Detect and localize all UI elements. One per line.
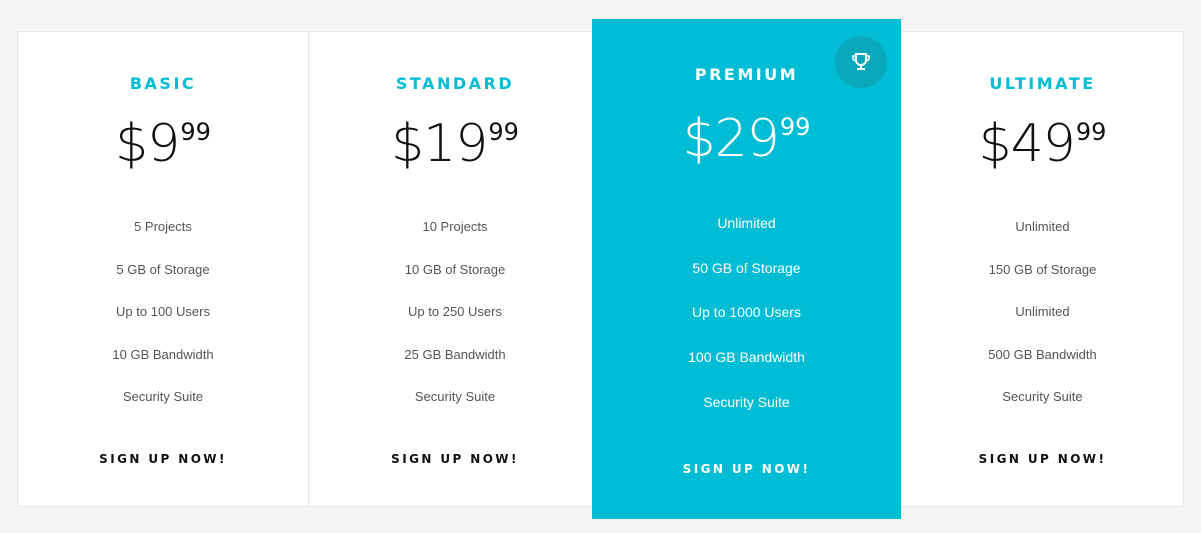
feature-item: 500 GB Bandwidth bbox=[988, 346, 1097, 362]
price-dollars: $19 bbox=[391, 114, 488, 174]
feature-list: 5 Projects 5 GB of Storage Up to 100 Use… bbox=[18, 218, 308, 431]
feature-list: 10 Projects 10 GB of Storage Up to 250 U… bbox=[309, 218, 601, 431]
plan-price: $9 99 bbox=[18, 114, 308, 174]
plan-name: ULTIMATE bbox=[989, 74, 1096, 93]
plan-price: $29 99 bbox=[592, 109, 901, 169]
price-cents: 99 bbox=[1075, 118, 1107, 146]
price-dollars: $49 bbox=[978, 114, 1076, 174]
plan-name: PREMIUM bbox=[694, 65, 799, 84]
feature-list: Unlimited 50 GB of Storage Up to 1000 Us… bbox=[592, 215, 901, 438]
feature-item: 10 GB of Storage bbox=[404, 261, 506, 277]
feature-item: Unlimited bbox=[717, 215, 776, 231]
price-cents: 99 bbox=[779, 113, 811, 141]
feature-item: 100 GB Bandwidth bbox=[688, 349, 805, 366]
feature-item: 25 GB Bandwidth bbox=[404, 346, 506, 362]
price-dollars: $9 bbox=[115, 114, 180, 174]
feature-item: Security Suite bbox=[703, 393, 790, 410]
feature-item: Unlimited bbox=[1015, 219, 1070, 234]
plan-price: $19 99 bbox=[309, 114, 601, 174]
feature-item: 5 GB of Storage bbox=[116, 261, 210, 277]
plan-card-basic: BASIC $9 99 5 Projects 5 GB of Storage U… bbox=[18, 32, 309, 506]
feature-item: Security Suite bbox=[414, 389, 496, 404]
plan-name: BASIC bbox=[129, 74, 197, 93]
feature-item: Unlimited bbox=[1015, 304, 1070, 319]
feature-item: 50 GB of Storage bbox=[692, 259, 801, 276]
feature-item: Up to 1000 Users bbox=[692, 304, 801, 321]
price-cents: 99 bbox=[180, 118, 211, 146]
feature-item: 5 Projects bbox=[134, 219, 192, 234]
feature-item: Security Suite bbox=[1002, 389, 1083, 404]
feature-list: Unlimited 150 GB of Storage Unlimited 50… bbox=[901, 218, 1184, 431]
feature-item: Up to 250 Users bbox=[408, 304, 502, 319]
signup-button-basic[interactable]: SIGN UP NOW! bbox=[18, 452, 308, 466]
price-cents: 99 bbox=[488, 118, 519, 146]
feature-item: Security Suite bbox=[122, 389, 204, 404]
signup-button-premium[interactable]: SIGN UP NOW! bbox=[592, 462, 901, 476]
plan-card-premium: PREMIUM $29 99 Unlimited 50 GB of Storag… bbox=[592, 19, 901, 519]
plan-card-standard: STANDARD $19 99 10 Projects 10 GB of Sto… bbox=[309, 32, 601, 506]
signup-button-standard[interactable]: SIGN UP NOW! bbox=[309, 452, 601, 466]
feature-item: 10 Projects bbox=[422, 219, 488, 234]
feature-item: 10 GB Bandwidth bbox=[112, 346, 214, 362]
signup-button-ultimate[interactable]: SIGN UP NOW! bbox=[901, 452, 1184, 466]
plan-name: STANDARD bbox=[395, 74, 515, 93]
feature-item: Up to 100 Users bbox=[116, 304, 210, 319]
plan-price: $49 99 bbox=[901, 114, 1184, 174]
price-dollars: $29 bbox=[682, 109, 780, 169]
plan-card-ultimate: ULTIMATE $49 99 Unlimited 150 GB of Stor… bbox=[901, 32, 1184, 506]
feature-item: 150 GB of Storage bbox=[988, 261, 1097, 277]
